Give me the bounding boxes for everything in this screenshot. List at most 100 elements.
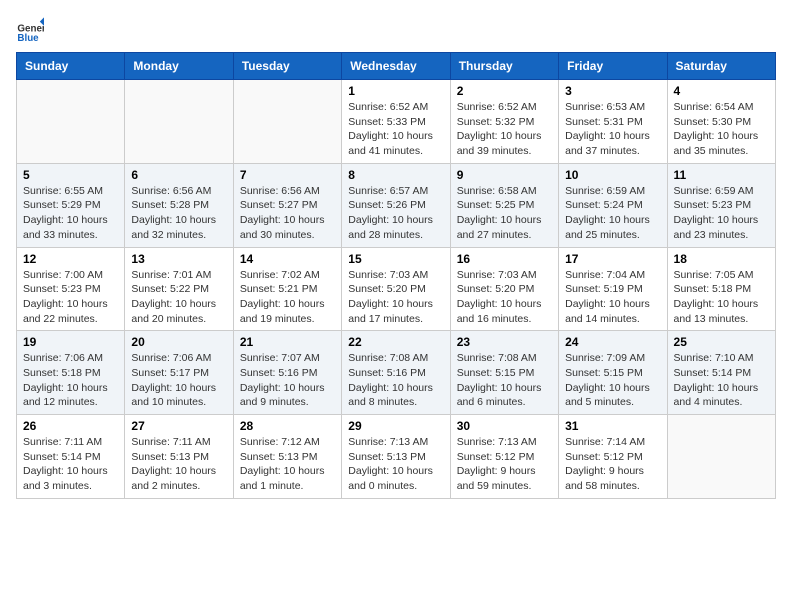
calendar-week-row: 12 Sunrise: 7:00 AM Sunset: 5:23 PM Dayli… — [17, 247, 776, 331]
day-info: Sunrise: 7:05 AM Sunset: 5:18 PM Dayligh… — [674, 268, 769, 327]
calendar-day-cell: 30Sunrise: 7:13 AM Sunset: 5:12 PM Dayli… — [450, 415, 558, 499]
calendar-table: SundayMondayTuesdayWednesdayThursdayFrid… — [16, 52, 776, 499]
weekday-header-saturday: Saturday — [667, 53, 775, 80]
day-info: Sunrise: 7:08 AM Sunset: 5:15 PM Dayligh… — [457, 351, 552, 410]
calendar-day-cell: 26 Sunrise: 7:11 AM Sunset: 5:14 PM Dayli… — [17, 415, 125, 499]
weekday-header-thursday: Thursday — [450, 53, 558, 80]
day-number: 15 — [348, 252, 443, 266]
day-info: Sunrise: 7:03 AM Sunset: 5:20 PM Dayligh… — [457, 268, 552, 327]
day-number: 24 — [565, 335, 660, 349]
day-info: Sunrise: 7:07 AM Sunset: 5:16 PM Dayligh… — [240, 351, 335, 410]
day-number: 16 — [457, 252, 552, 266]
weekday-header-tuesday: Tuesday — [233, 53, 341, 80]
calendar-day-cell: 24 Sunrise: 7:09 AM Sunset: 5:15 PM Dayli… — [559, 331, 667, 415]
day-info: Sunrise: 6:53 AM Sunset: 5:31 PM Dayligh… — [565, 100, 660, 159]
day-info: Sunrise: 7:03 AM Sunset: 5:20 PM Dayligh… — [348, 268, 443, 327]
calendar-day-cell: 11 Sunrise: 6:59 AM Sunset: 5:23 PM Dayli… — [667, 163, 775, 247]
calendar-day-cell: 22 Sunrise: 7:08 AM Sunset: 5:16 PM Dayli… — [342, 331, 450, 415]
day-number: 6 — [131, 168, 226, 182]
svg-text:Blue: Blue — [17, 33, 39, 44]
day-number: 28 — [240, 419, 335, 433]
day-info: Sunrise: 6:56 AM Sunset: 5:28 PM Dayligh… — [131, 184, 226, 243]
calendar-day-cell — [17, 80, 125, 164]
day-number: 3 — [565, 84, 660, 98]
day-info: Sunrise: 7:01 AM Sunset: 5:22 PM Dayligh… — [131, 268, 226, 327]
day-number: 18 — [674, 252, 769, 266]
day-number: 10 — [565, 168, 660, 182]
day-number: 22 — [348, 335, 443, 349]
weekday-header-wednesday: Wednesday — [342, 53, 450, 80]
day-number: 20 — [131, 335, 226, 349]
day-info: Sunrise: 6:56 AM Sunset: 5:27 PM Dayligh… — [240, 184, 335, 243]
calendar-day-cell: 1 Sunrise: 6:52 AM Sunset: 5:33 PM Daylig… — [342, 80, 450, 164]
calendar-day-cell: 27Sunrise: 7:11 AM Sunset: 5:13 PM Dayli… — [125, 415, 233, 499]
day-number: 13 — [131, 252, 226, 266]
calendar-day-cell: 29 Sunrise: 7:13 AM Sunset: 5:13 PM Dayli… — [342, 415, 450, 499]
day-number: 25 — [674, 335, 769, 349]
day-info: Sunrise: 7:09 AM Sunset: 5:15 PM Dayligh… — [565, 351, 660, 410]
day-info: Sunrise: 7:02 AM Sunset: 5:21 PM Dayligh… — [240, 268, 335, 327]
day-number: 14 — [240, 252, 335, 266]
calendar-day-cell — [233, 80, 341, 164]
day-info: Sunrise: 7:04 AM Sunset: 5:19 PM Dayligh… — [565, 268, 660, 327]
day-number: 17 — [565, 252, 660, 266]
calendar-week-row: 26 Sunrise: 7:11 AM Sunset: 5:14 PM Dayli… — [17, 415, 776, 499]
day-number: 26 — [23, 419, 118, 433]
calendar-day-cell: 28 Sunrise: 7:12 AM Sunset: 5:13 PM Dayli… — [233, 415, 341, 499]
calendar-week-row: 19Sunrise: 7:06 AM Sunset: 5:18 PM Dayli… — [17, 331, 776, 415]
generalblue-logo-icon: General Blue — [16, 16, 44, 44]
day-number: 7 — [240, 168, 335, 182]
calendar-day-cell: 6 Sunrise: 6:56 AM Sunset: 5:28 PM Daylig… — [125, 163, 233, 247]
page-header: General Blue — [16, 16, 776, 44]
day-info: Sunrise: 7:13 AM Sunset: 5:13 PM Dayligh… — [348, 435, 443, 494]
weekday-header-friday: Friday — [559, 53, 667, 80]
day-number: 12 — [23, 252, 118, 266]
calendar-day-cell — [125, 80, 233, 164]
calendar-day-cell: 18 Sunrise: 7:05 AM Sunset: 5:18 PM Dayli… — [667, 247, 775, 331]
calendar-day-cell: 2 Sunrise: 6:52 AM Sunset: 5:32 PM Daylig… — [450, 80, 558, 164]
calendar-day-cell: 17 Sunrise: 7:04 AM Sunset: 5:19 PM Dayli… — [559, 247, 667, 331]
calendar-day-cell: 7 Sunrise: 6:56 AM Sunset: 5:27 PM Daylig… — [233, 163, 341, 247]
day-info: Sunrise: 6:59 AM Sunset: 5:23 PM Dayligh… — [674, 184, 769, 243]
day-number: 21 — [240, 335, 335, 349]
calendar-day-cell: 3 Sunrise: 6:53 AM Sunset: 5:31 PM Daylig… — [559, 80, 667, 164]
day-info: Sunrise: 7:14 AM Sunset: 5:12 PM Dayligh… — [565, 435, 660, 494]
day-info: Sunrise: 6:57 AM Sunset: 5:26 PM Dayligh… — [348, 184, 443, 243]
day-number: 1 — [348, 84, 443, 98]
day-info: Sunrise: 7:13 AM Sunset: 5:12 PM Dayligh… — [457, 435, 552, 494]
calendar-day-cell: 9 Sunrise: 6:58 AM Sunset: 5:25 PM Daylig… — [450, 163, 558, 247]
calendar-day-cell: 15 Sunrise: 7:03 AM Sunset: 5:20 PM Dayli… — [342, 247, 450, 331]
day-number: 31 — [565, 419, 660, 433]
day-info: Sunrise: 6:55 AM Sunset: 5:29 PM Dayligh… — [23, 184, 118, 243]
calendar-day-cell: 19Sunrise: 7:06 AM Sunset: 5:18 PM Dayli… — [17, 331, 125, 415]
day-info: Sunrise: 7:11 AM Sunset: 5:14 PM Dayligh… — [23, 435, 118, 494]
day-info: Sunrise: 7:08 AM Sunset: 5:16 PM Dayligh… — [348, 351, 443, 410]
calendar-week-row: 5Sunrise: 6:55 AM Sunset: 5:29 PM Daylig… — [17, 163, 776, 247]
day-info: Sunrise: 7:00 AM Sunset: 5:23 PM Dayligh… — [23, 268, 118, 327]
calendar-day-cell: 8Sunrise: 6:57 AM Sunset: 5:26 PM Daylig… — [342, 163, 450, 247]
calendar-day-cell: 23 Sunrise: 7:08 AM Sunset: 5:15 PM Dayli… — [450, 331, 558, 415]
day-info: Sunrise: 7:06 AM Sunset: 5:17 PM Dayligh… — [131, 351, 226, 410]
day-info: Sunrise: 6:52 AM Sunset: 5:33 PM Dayligh… — [348, 100, 443, 159]
day-info: Sunrise: 7:12 AM Sunset: 5:13 PM Dayligh… — [240, 435, 335, 494]
day-number: 9 — [457, 168, 552, 182]
calendar-day-cell — [667, 415, 775, 499]
calendar-day-cell: 21 Sunrise: 7:07 AM Sunset: 5:16 PM Dayli… — [233, 331, 341, 415]
day-info: Sunrise: 6:52 AM Sunset: 5:32 PM Dayligh… — [457, 100, 552, 159]
day-info: Sunrise: 6:58 AM Sunset: 5:25 PM Dayligh… — [457, 184, 552, 243]
calendar-day-cell: 4Sunrise: 6:54 AM Sunset: 5:30 PM Daylig… — [667, 80, 775, 164]
day-number: 11 — [674, 168, 769, 182]
calendar-day-cell: 14 Sunrise: 7:02 AM Sunset: 5:21 PM Dayli… — [233, 247, 341, 331]
calendar-day-cell: 12 Sunrise: 7:00 AM Sunset: 5:23 PM Dayli… — [17, 247, 125, 331]
calendar-day-cell: 25Sunrise: 7:10 AM Sunset: 5:14 PM Dayli… — [667, 331, 775, 415]
calendar-day-cell: 16 Sunrise: 7:03 AM Sunset: 5:20 PM Dayli… — [450, 247, 558, 331]
logo: General Blue — [16, 16, 48, 44]
day-number: 29 — [348, 419, 443, 433]
calendar-day-cell: 31 Sunrise: 7:14 AM Sunset: 5:12 PM Dayli… — [559, 415, 667, 499]
day-number: 4 — [674, 84, 769, 98]
weekday-header-sunday: Sunday — [17, 53, 125, 80]
day-number: 23 — [457, 335, 552, 349]
calendar-header-row: SundayMondayTuesdayWednesdayThursdayFrid… — [17, 53, 776, 80]
day-number: 2 — [457, 84, 552, 98]
day-info: Sunrise: 7:06 AM Sunset: 5:18 PM Dayligh… — [23, 351, 118, 410]
